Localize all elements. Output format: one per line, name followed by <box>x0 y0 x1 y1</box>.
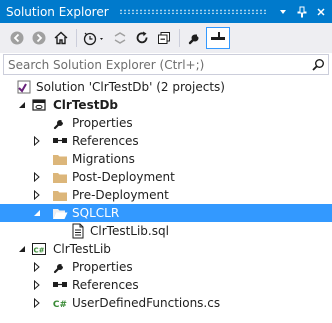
solution-icon <box>16 78 32 96</box>
sync-icon[interactable] <box>109 27 131 49</box>
tree-item-migrations[interactable]: Migrations <box>0 150 332 168</box>
svg-text:C#: C# <box>33 247 44 255</box>
tree-item-clrtestlib-sql[interactable]: ClrTestLib.sql <box>0 222 332 240</box>
expanded-arrow-icon[interactable] <box>17 240 27 258</box>
expanded-arrow-icon[interactable] <box>32 204 42 222</box>
references-icon <box>52 132 68 150</box>
tree-label: Solution 'ClrTestDb' (2 projects) <box>36 80 225 94</box>
collapsed-arrow-icon[interactable] <box>32 258 42 276</box>
close-icon[interactable] <box>313 4 329 20</box>
preview-selected-items-icon[interactable] <box>206 27 230 49</box>
tree-label: References <box>72 134 139 148</box>
collapse-all-icon[interactable] <box>153 27 175 49</box>
csharp-project-icon: C# <box>31 240 47 258</box>
dropdown-icon[interactable] <box>275 4 291 20</box>
tree-item-userdefinedfunctions-cs[interactable]: C# UserDefinedFunctions.cs <box>0 294 332 312</box>
wrench-icon <box>52 114 68 132</box>
open-folder-icon <box>52 204 68 222</box>
collapsed-arrow-icon[interactable] <box>32 294 42 312</box>
tree-label: Migrations <box>72 152 135 166</box>
properties-wrench-icon[interactable] <box>184 27 206 49</box>
tree-item-sqlclr[interactable]: SQLCLR <box>0 204 332 222</box>
drag-grip[interactable] <box>118 9 267 14</box>
expanded-arrow-icon[interactable] <box>17 96 27 114</box>
collapsed-arrow-icon[interactable] <box>32 186 42 204</box>
collapsed-arrow-icon[interactable] <box>32 168 42 186</box>
back-icon[interactable] <box>6 27 28 49</box>
toolbar-separator <box>76 29 77 47</box>
csharp-file-icon: C# <box>52 294 68 312</box>
database-project-icon <box>31 96 47 114</box>
folder-icon <box>52 150 68 168</box>
pending-changes-filter-icon[interactable] <box>81 27 109 49</box>
search-box[interactable]: Search Solution Explorer (Ctrl+;) <box>3 54 329 75</box>
svg-text:C#: C# <box>53 300 67 310</box>
tree-label: Post-Deployment <box>72 170 175 184</box>
tree-label: SQLCLR <box>72 206 120 220</box>
window-title: Solution Explorer <box>6 4 109 19</box>
solution-tree: Solution 'ClrTestDb' (2 projects) ClrTes… <box>0 78 332 312</box>
tree-label: ClrTestLib <box>53 242 111 256</box>
tree-label: Pre-Deployment <box>72 188 169 202</box>
home-icon[interactable] <box>50 27 72 49</box>
references-icon <box>52 276 68 294</box>
toolbar <box>0 23 332 53</box>
tree-item-properties[interactable]: Properties <box>0 258 332 276</box>
tree-label: Properties <box>72 116 133 130</box>
tree-item-properties[interactable]: Properties <box>0 114 332 132</box>
tree-item-solution[interactable]: Solution 'ClrTestDb' (2 projects) <box>0 78 332 96</box>
collapsed-arrow-icon[interactable] <box>32 132 42 150</box>
sql-file-icon <box>70 222 86 240</box>
tree-label: Properties <box>72 260 133 274</box>
refresh-icon[interactable] <box>131 27 153 49</box>
tree-item-pre-deployment[interactable]: Pre-Deployment <box>0 186 332 204</box>
tree-item-post-deployment[interactable]: Post-Deployment <box>0 168 332 186</box>
tree-item-references[interactable]: References <box>0 276 332 294</box>
search-icon[interactable] <box>308 55 328 74</box>
tree-label: ClrTestDb <box>53 98 118 112</box>
tree-label: UserDefinedFunctions.cs <box>72 296 221 310</box>
tree-item-project-clrtestlib[interactable]: C# ClrTestLib <box>0 240 332 258</box>
search-input[interactable]: Search Solution Explorer (Ctrl+;) <box>8 58 308 72</box>
tree-item-references[interactable]: References <box>0 132 332 150</box>
forward-icon[interactable] <box>28 27 50 49</box>
title-bar: Solution Explorer <box>0 0 332 23</box>
tree-label: ClrTestLib.sql <box>90 224 169 238</box>
toolbar-separator <box>179 29 180 47</box>
tree-item-project-clrtestdb[interactable]: ClrTestDb <box>0 96 332 114</box>
folder-icon <box>52 186 68 204</box>
wrench-icon <box>52 258 68 276</box>
collapsed-arrow-icon[interactable] <box>32 276 42 294</box>
tree-label: References <box>72 278 139 292</box>
pin-icon[interactable] <box>294 4 310 20</box>
folder-icon <box>52 168 68 186</box>
